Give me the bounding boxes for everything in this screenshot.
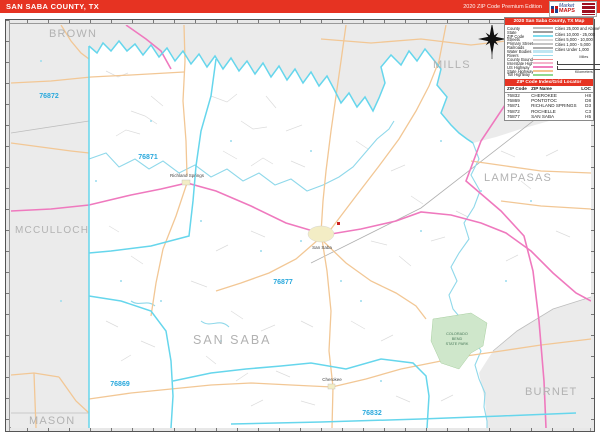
poi-icon <box>337 222 340 225</box>
legend-title: 2020 San Saba County, TX Map <box>505 18 593 25</box>
scale-bar-km <box>557 67 600 70</box>
park-label-line2: BEND <box>452 337 463 341</box>
legend-swatch <box>533 31 553 33</box>
scale-km-label: Kilometers <box>555 70 600 75</box>
county-label-mason: MASON <box>29 415 75 427</box>
legend-panel: 2020 San Saba County, TX Map County Stat… <box>504 17 594 121</box>
legend-swatch <box>533 59 553 60</box>
county-title: SAN SABA COUNTY, TX <box>6 2 99 11</box>
county-label-mills: MILLS <box>433 59 471 71</box>
legend-swatch <box>533 55 553 57</box>
logo-side-block <box>582 3 595 15</box>
legend-symbol-list: County State ZIP Code Streets Primary St… <box>507 26 553 77</box>
legend-swatch <box>533 43 553 45</box>
legend-city-sizes: Cities 25,000 and AboveCity Cities 10,00… <box>555 26 600 77</box>
zip-label-76869: 76869 <box>110 381 130 388</box>
zip-label-76832: 76832 <box>362 410 382 417</box>
legend-item: Toll Highway <box>507 73 553 77</box>
legend-swatch <box>533 35 553 37</box>
legend-swatch <box>533 39 553 41</box>
county-label-mcculloch: MCCULLOCH <box>15 225 89 236</box>
logo-grid-icon <box>551 6 558 13</box>
legend-swatch <box>533 70 553 72</box>
legend-swatch <box>533 62 553 64</box>
scale-miles-label: Miles <box>555 55 600 60</box>
town-label-cherokee: Cherokee <box>322 377 342 382</box>
zip-label-76872: 76872 <box>39 93 59 100</box>
legend-swatch <box>533 74 553 76</box>
logo-brand-bottom: MAPS <box>559 9 575 15</box>
zip-index-table: ZIP Code ZIP Name LOC 76832CHEROKEEH8 76… <box>505 86 593 119</box>
table-row: 76877SAN SABAH5 <box>505 114 593 119</box>
legend-swatch <box>533 66 553 68</box>
park-label-line1: COLORADO <box>446 332 468 336</box>
town-label-san-saba: San Saba <box>312 245 332 250</box>
legend-swatch <box>533 50 553 53</box>
town-label-richland-springs: Richland Springs <box>170 173 205 178</box>
legend-swatch <box>533 27 553 29</box>
map-poster: SAN SABA COUNTY, TX 2020 ZIP Code Premiu… <box>0 0 600 436</box>
county-label-brown: BROWN <box>49 28 97 40</box>
legend-swatch <box>533 47 553 49</box>
county-label-lampasas: LAMPASAS <box>484 172 552 184</box>
zip-label-76871: 76871 <box>138 154 158 161</box>
title-banner: SAN SABA COUNTY, TX 2020 ZIP Code Premiu… <box>0 0 600 13</box>
county-label-burnet: BURNET <box>525 386 577 398</box>
county-label-san-saba: SAN SABA <box>193 333 272 347</box>
edition-label: 2020 ZIP Code Premium Edition <box>463 4 542 10</box>
city-size-row: Cities Under 1,000City <box>555 47 600 52</box>
scale-bar: Miles Kilometers <box>555 55 600 74</box>
grid-ruler-left <box>6 20 10 431</box>
scale-bar-miles <box>557 62 600 65</box>
zip-index-title: ZIP Code Index/Grid Locator <box>505 79 593 86</box>
park-label-line3: STATE PARK <box>446 342 469 346</box>
zip-label-76877: 76877 <box>273 279 293 286</box>
marketmaps-logo: Market MAPS <box>549 1 597 17</box>
